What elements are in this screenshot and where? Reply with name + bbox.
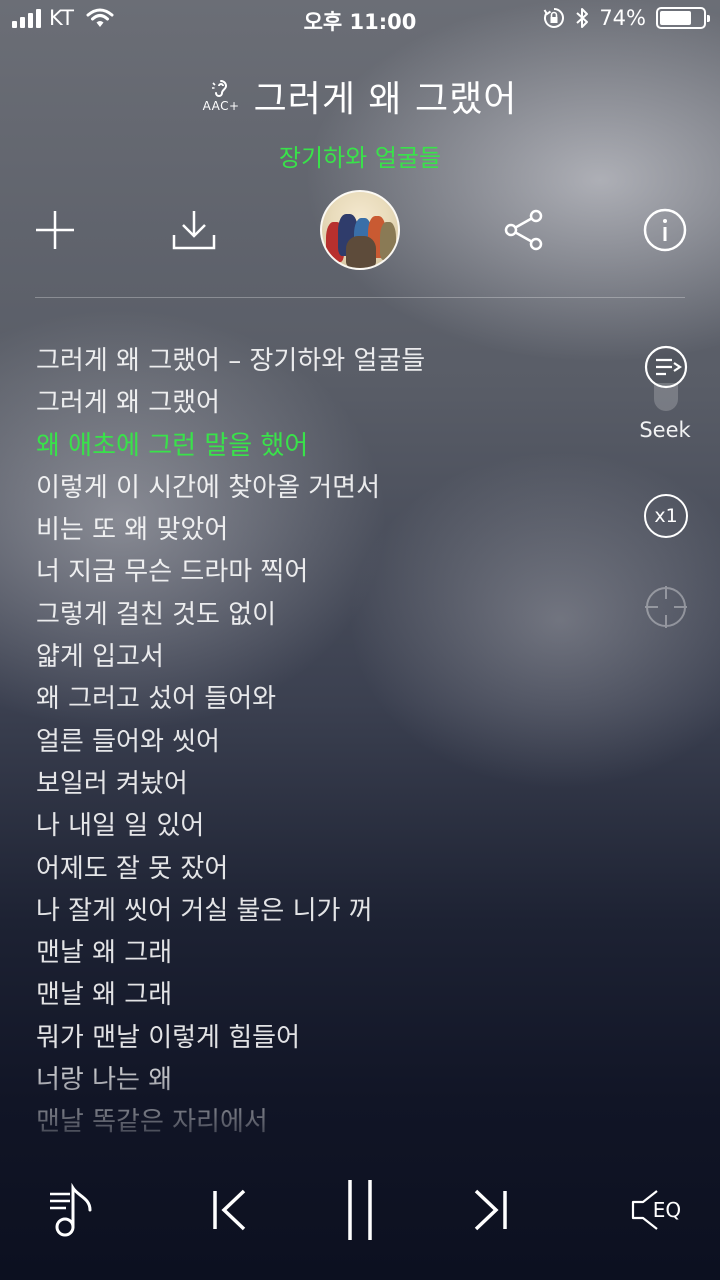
album-art-thumbnail [320,190,400,270]
lyric-line[interactable]: 맨날 왜 그래 [36,974,616,1016]
share-button[interactable] [484,190,564,270]
lyric-line[interactable]: 얇게 입고서 [36,636,616,678]
lyric-line[interactable]: 맨날 똑같은 자리에서 [36,1101,616,1135]
download-icon [172,211,216,250]
song-title: 그러게 왜 그랬어 [253,79,518,120]
music-player-screen: KT 오후 11:00 74% AAC+ 그러게 왜 그랬어 장기하와 얼굴들 … [0,0,720,1280]
battery-icon [656,7,710,29]
lyric-line[interactable]: 어제도 잘 못 잤어 [36,848,616,890]
plus-icon [36,211,74,249]
locate-current-lyric-button[interactable] [644,585,688,629]
lyric-line[interactable]: 맨날 왜 그래 [36,932,616,974]
seek-slider-track[interactable] [654,383,678,411]
lyric-line[interactable]: 너랑 나는 왜 [36,1059,616,1101]
artist-name[interactable]: 장기하와 얼굴들 [0,138,720,173]
next-track-button[interactable] [455,1160,525,1260]
lyrics-list[interactable]: 그러게 왜 그랬어 – 장기하와 얼굴들 그러게 왜 그랬어 왜 애초에 그런 말을… [36,340,616,1135]
bottom-control-bar: EQ [0,1160,720,1260]
equalizer-button[interactable]: EQ [615,1160,695,1260]
rotation-lock-icon [543,8,565,28]
lyric-line[interactable]: 보일러 켜놨어 [36,763,616,805]
lyric-line[interactable]: 이렇게 이 시간에 찾아올 거면서 [36,467,616,509]
pause-icon [348,1180,372,1240]
info-button[interactable] [625,190,705,270]
playback-speed-button[interactable]: x1 [644,494,688,538]
lyric-line[interactable]: 뭐가 맨날 이렇게 힘들어 [36,1017,616,1059]
battery-percent: 74% [599,6,646,30]
lyric-line[interactable]: 그렇게 걸친 것도 없이 [36,594,616,636]
seek-label: Seek [639,418,691,442]
codec-label: AAC+ [202,99,240,113]
title-row: AAC+ 그러게 왜 그랬어 [0,70,720,122]
info-icon [643,208,687,252]
lyric-line[interactable]: 얼른 들어와 씻어 [36,721,616,763]
lyric-line[interactable]: 그러게 왜 그랬어 [36,382,616,424]
album-art-button[interactable] [320,190,400,270]
lyric-line[interactable]: 너 지금 무슨 드라마 찍어 [36,551,616,593]
status-right: 74% [543,6,710,30]
playlist-music-note-icon [50,1182,92,1237]
playlist-button[interactable] [30,1160,110,1260]
lyric-line[interactable]: 왜 그러고 섰어 들어와 [36,678,616,720]
add-to-playlist-button[interactable] [15,190,95,270]
divider [35,297,685,298]
bluetooth-icon [576,8,589,28]
previous-track-button[interactable] [195,1160,265,1260]
status-bar: KT 오후 11:00 74% [0,0,720,40]
previous-track-icon [213,1189,246,1231]
eq-label: EQ [652,1198,682,1222]
download-button[interactable] [154,190,234,270]
hi-fi-ear-icon [212,80,228,97]
lyric-line[interactable]: 나 내일 일 있어 [36,805,616,847]
pause-button[interactable] [325,1160,395,1260]
lyric-line[interactable]: 비는 또 왜 맞았어 [36,509,616,551]
playback-speed-label: x1 [654,505,678,527]
lyric-line-current[interactable]: 왜 애초에 그런 말을 했어 [36,425,616,467]
lyric-line[interactable]: 나 잘게 씻어 거실 불은 니가 꺼 [36,890,616,932]
song-header: AAC+ 그러게 왜 그랬어 장기하와 얼굴들 [0,70,720,173]
lyric-line[interactable]: 그러게 왜 그랬어 – 장기하와 얼굴들 [36,340,616,382]
next-track-icon [474,1189,507,1231]
share-icon [504,209,543,251]
crosshair-icon [645,586,687,628]
codec-badge: AAC+ [203,79,240,113]
action-row [0,190,720,270]
